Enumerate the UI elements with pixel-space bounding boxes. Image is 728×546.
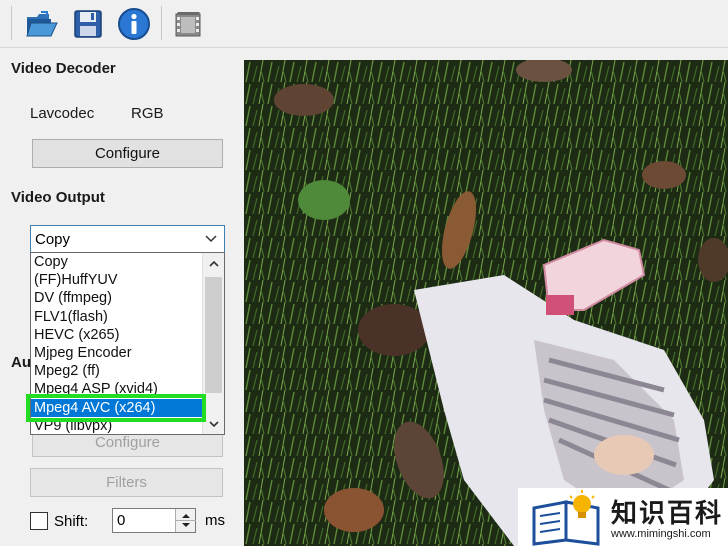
- watermark-url: www.mimingshi.com: [611, 528, 711, 540]
- list-item[interactable]: Copy: [31, 253, 224, 271]
- decoder-colorspace-label: RGB: [131, 105, 164, 122]
- chevron-down-icon: [208, 421, 219, 428]
- shift-stepper[interactable]: [175, 509, 196, 532]
- chevron-up-icon: [208, 260, 219, 267]
- info-button[interactable]: [116, 6, 152, 42]
- open-button[interactable]: [24, 6, 60, 42]
- video-preview: [244, 60, 728, 546]
- shift-row: Shift:: [30, 508, 88, 534]
- video-output-selected: Copy: [35, 230, 71, 248]
- film-icon: [175, 12, 201, 37]
- list-item[interactable]: Mpeg2 (ff): [31, 362, 224, 380]
- video-frame-image: [244, 60, 728, 546]
- video-output-title: Video Output: [11, 189, 105, 206]
- toolbar-separator: [11, 6, 12, 40]
- book-bulb-logo: [532, 490, 600, 546]
- watermark-text: 知识百科: [611, 498, 724, 528]
- film-button[interactable]: [170, 6, 206, 42]
- shift-spinbox[interactable]: 0: [112, 508, 196, 533]
- toolbar-separator: [161, 6, 162, 40]
- list-item[interactable]: HEVC (x265): [31, 326, 224, 344]
- scroll-thumb[interactable]: [205, 277, 222, 393]
- spin-arrows-icon: [176, 514, 196, 527]
- list-item[interactable]: Mjpeg Encoder: [31, 344, 224, 362]
- highlight-box: [26, 394, 206, 422]
- decoder-codec-label: Lavcodec: [30, 105, 95, 122]
- info-icon: [118, 8, 150, 40]
- shift-label: Shift:: [54, 512, 89, 530]
- save-icon: [74, 10, 102, 38]
- save-button[interactable]: [70, 6, 106, 42]
- open-folder-icon: [26, 11, 58, 37]
- shift-value: 0: [117, 512, 126, 529]
- scroll-up-button[interactable]: [203, 253, 224, 275]
- toolbar: [0, 0, 728, 48]
- video-decoder-title: Video Decoder: [11, 60, 116, 77]
- list-item[interactable]: DV (ffmpeg): [31, 289, 224, 307]
- list-item[interactable]: FLV1(flash): [31, 308, 224, 326]
- list-item[interactable]: (FF)HuffYUV: [31, 271, 224, 289]
- video-output-select[interactable]: Copy: [30, 225, 225, 253]
- decoder-configure-button[interactable]: Configure: [32, 139, 223, 168]
- scroll-down-button[interactable]: [203, 413, 224, 434]
- audio-output-title: Au: [11, 354, 31, 371]
- shift-unit: ms: [205, 512, 225, 529]
- chevron-down-icon: [205, 235, 217, 243]
- shift-checkbox[interactable]: [30, 512, 48, 530]
- audio-filters-button[interactable]: Filters: [30, 468, 223, 497]
